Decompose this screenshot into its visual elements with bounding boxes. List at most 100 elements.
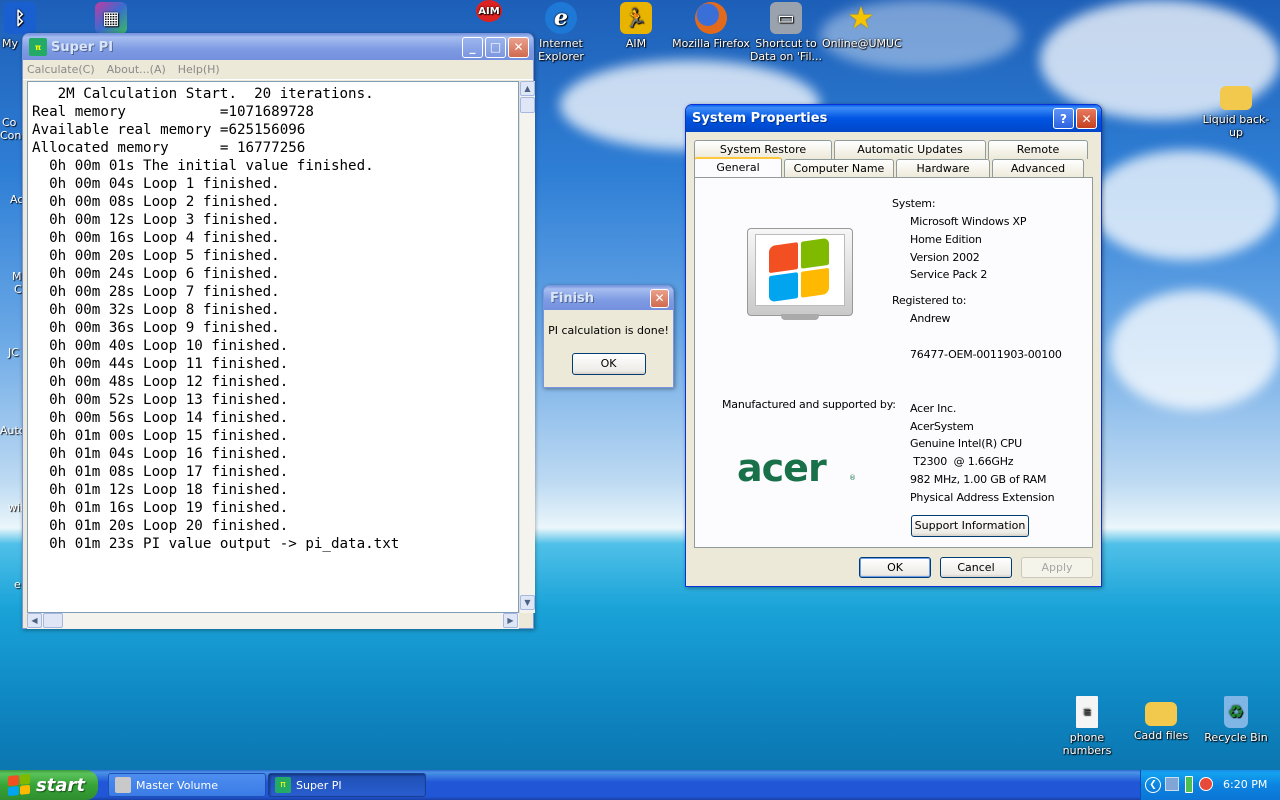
os-version: Version 2002 xyxy=(910,251,980,264)
partial-label: JC xyxy=(8,346,19,359)
tab-automatic-updates[interactable]: Automatic Updates xyxy=(834,140,986,159)
battery-icon[interactable] xyxy=(1185,776,1193,793)
cancel-button[interactable]: Cancel xyxy=(940,557,1012,578)
security-alert-icon[interactable] xyxy=(1199,777,1213,791)
close-button[interactable]: ✕ xyxy=(650,288,669,308)
close-icon: ✕ xyxy=(1081,111,1092,126)
desktop-icon-cadd-files[interactable]: Cadd files xyxy=(1122,696,1200,742)
help-button[interactable]: ? xyxy=(1053,108,1074,129)
output-line: Available real memory =625156096 xyxy=(32,122,306,138)
taskbar: start Master Volume π Super PI ❮ 6:20 PM xyxy=(0,770,1280,800)
horizontal-scrollbar[interactable]: ◀ ▶ xyxy=(27,613,519,629)
scroll-left-button[interactable]: ◀ xyxy=(27,613,42,628)
dialog-message: PI calculation is done! xyxy=(548,324,669,337)
desktop-icon-liquid-backup[interactable]: Liquid back-up xyxy=(1196,80,1276,139)
start-button[interactable]: start xyxy=(0,770,98,800)
output-line: 0h 00m 56s Loop 14 finished. xyxy=(49,410,289,426)
os-name: Microsoft Windows XP xyxy=(910,215,1027,228)
minimize-button[interactable]: _ xyxy=(462,36,483,58)
taskbar-item-master-volume[interactable]: Master Volume xyxy=(108,773,266,797)
taskbar-item-super-pi[interactable]: π Super PI xyxy=(268,773,426,797)
aim-icon: AIM xyxy=(476,0,502,22)
superpi-app-icon: π xyxy=(275,777,291,793)
superpi-output-text: 2M Calculation Start. 20 iterations. Rea… xyxy=(28,82,518,553)
apply-button[interactable]: Apply xyxy=(1021,557,1093,578)
volume-control-icon xyxy=(115,777,131,793)
menu-calculate[interactable]: Calculate(C) xyxy=(27,63,95,76)
output-line: 0h 00m 52s Loop 13 finished. xyxy=(49,392,289,408)
menu-help[interactable]: Help(H) xyxy=(178,63,220,76)
output-line: 0h 01m 20s Loop 20 finished. xyxy=(49,518,289,534)
desktop-icon-phone-numbers[interactable]: ≡ phone numbers xyxy=(1048,696,1126,757)
desktop-icon-label: Cadd files xyxy=(1133,729,1189,742)
tab-hardware[interactable]: Hardware xyxy=(896,159,990,178)
desktop-icon-winrar[interactable]: ▦ xyxy=(72,2,150,37)
desktop-icon-recycle-bin[interactable]: ♻ Recycle Bin xyxy=(1197,696,1275,744)
scroll-thumb[interactable] xyxy=(520,97,535,113)
acer-logo: acer xyxy=(737,446,827,490)
output-line: 0h 00m 16s Loop 4 finished. xyxy=(49,230,280,246)
close-icon: ✕ xyxy=(654,291,665,305)
finish-dialog[interactable]: Finish ✕ PI calculation is done! OK xyxy=(543,285,674,388)
minimize-icon: _ xyxy=(469,40,476,54)
maximize-button[interactable]: □ xyxy=(485,36,506,58)
os-service-pack: Service Pack 2 xyxy=(910,268,988,281)
desktop-icon-label: Mozilla Firefox xyxy=(672,37,750,50)
desktop-icon-firefox[interactable]: Mozilla Firefox xyxy=(672,2,750,50)
tab-general[interactable]: General xyxy=(694,157,782,178)
scroll-thumb[interactable] xyxy=(43,613,63,628)
desktop-icon-label: phone numbers xyxy=(1062,731,1112,757)
output-line: 0h 00m 28s Loop 7 finished. xyxy=(49,284,280,300)
support-information-button[interactable]: Support Information xyxy=(911,515,1029,537)
os-edition: Home Edition xyxy=(910,233,982,246)
output-line: 0h 00m 40s Loop 10 finished. xyxy=(49,338,289,354)
firefox-icon xyxy=(695,2,727,34)
partial-label: M xyxy=(12,270,22,283)
desktop-icon-aim-top[interactable]: AIM xyxy=(450,0,528,25)
cpu-speed: T2300 @ 1.66GHz xyxy=(910,455,1014,468)
sysprop-titlebar[interactable]: System Properties ? ✕ xyxy=(686,105,1101,132)
general-tab-panel: System: Microsoft Windows XP Home Editio… xyxy=(694,177,1093,548)
desktop-icon-label: AIM xyxy=(625,37,647,50)
menu-about[interactable]: About...(A) xyxy=(107,63,166,76)
superpi-window[interactable]: π Super PI _ □ ✕ Calculate(C) About...(A… xyxy=(22,33,535,629)
tray-expand-icon[interactable]: ❮ xyxy=(1145,777,1161,793)
scroll-down-button[interactable]: ▼ xyxy=(520,595,535,610)
output-line: 0h 01m 08s Loop 17 finished. xyxy=(49,464,289,480)
tab-computer-name[interactable]: Computer Name xyxy=(784,159,894,178)
start-label: start xyxy=(36,774,85,796)
output-line: 0h 00m 01s The initial value finished. xyxy=(49,158,374,174)
network-drive-icon: ▭ xyxy=(770,2,802,34)
tab-remote[interactable]: Remote xyxy=(988,140,1088,159)
network-icon[interactable] xyxy=(1165,777,1179,791)
superpi-output[interactable]: 2M Calculation Start. 20 iterations. Rea… xyxy=(27,81,519,613)
tab-row-bottom: General Computer Name Hardware Advanced xyxy=(694,157,1086,178)
text-document-icon: ≡ xyxy=(1076,696,1098,728)
output-line: 0h 01m 00s Loop 15 finished. xyxy=(49,428,289,444)
superpi-titlebar[interactable]: π Super PI _ □ ✕ xyxy=(23,34,533,60)
ok-button[interactable]: OK xyxy=(859,557,931,578)
output-line: 0h 00m 12s Loop 3 finished. xyxy=(49,212,280,228)
finish-titlebar[interactable]: Finish ✕ xyxy=(544,286,673,310)
scroll-up-button[interactable]: ▲ xyxy=(520,81,535,96)
close-button[interactable]: ✕ xyxy=(1076,108,1097,129)
registered-label: Registered to: xyxy=(892,294,967,307)
desktop-icon-umuc[interactable]: ★ Online@UMUC xyxy=(822,0,902,50)
tab-advanced[interactable]: Advanced xyxy=(992,159,1084,178)
task-label: Super PI xyxy=(296,778,342,792)
vertical-scrollbar[interactable]: ▲ ▼ xyxy=(519,81,535,613)
partial-label: Co xyxy=(2,116,17,129)
ok-button[interactable]: OK xyxy=(571,353,646,375)
desktop-icon-label: Shortcut to Data on 'Fil... xyxy=(749,37,823,63)
desktop-icon-aim[interactable]: 🏃 AIM xyxy=(597,2,675,50)
manufacturer-model: AcerSystem xyxy=(910,420,974,433)
system-label: System: xyxy=(892,197,936,210)
cpu-name: Genuine Intel(R) CPU xyxy=(910,437,1022,450)
scroll-right-button[interactable]: ▶ xyxy=(503,613,518,628)
close-button[interactable]: ✕ xyxy=(508,36,529,58)
desktop-icon-shortcut-data[interactable]: ▭ Shortcut to Data on 'Fil... xyxy=(747,2,825,63)
output-line: Allocated memory = 16777256 xyxy=(32,140,306,156)
clock[interactable]: 6:20 PM xyxy=(1223,778,1267,791)
star-icon: ★ xyxy=(847,0,875,36)
system-properties-window[interactable]: System Properties ? ✕ System Restore Aut… xyxy=(685,104,1102,587)
